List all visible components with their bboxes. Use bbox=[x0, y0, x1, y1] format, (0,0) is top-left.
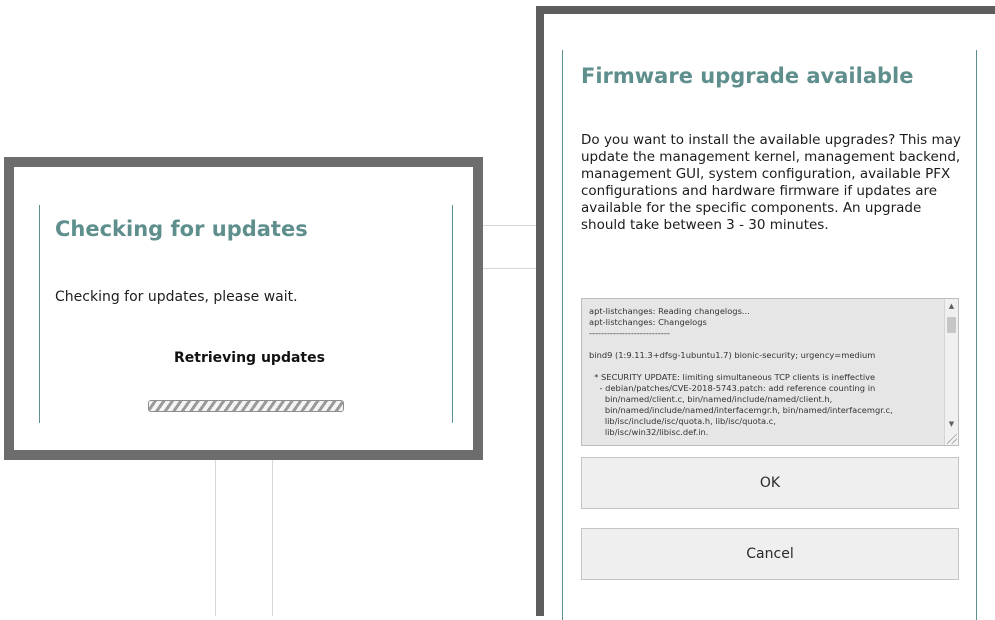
checking-updates-message: Checking for updates, please wait. bbox=[55, 289, 298, 305]
cancel-button[interactable]: Cancel bbox=[581, 528, 959, 580]
dialog-right-rule bbox=[976, 50, 977, 620]
changelog-textarea[interactable]: apt-listchanges: Reading changelogs... a… bbox=[581, 298, 959, 446]
checking-updates-dialog-panel: Checking for updates Checking for update… bbox=[14, 167, 473, 450]
background-divider bbox=[483, 268, 538, 269]
firmware-upgrade-title: Firmware upgrade available bbox=[581, 64, 914, 88]
scroll-down-arrow-icon[interactable]: ▼ bbox=[945, 417, 958, 431]
firmware-upgrade-dialog: Firmware upgrade available Do you want t… bbox=[536, 6, 995, 620]
changelog-scrollbar[interactable]: ▲ ▼ bbox=[944, 299, 958, 445]
update-progress-bar bbox=[148, 400, 344, 412]
firmware-upgrade-description: Do you want to install the available upg… bbox=[581, 132, 961, 233]
ok-button[interactable]: OK bbox=[581, 457, 959, 509]
scroll-thumb[interactable] bbox=[947, 317, 956, 333]
update-progress-fill bbox=[149, 401, 343, 411]
retrieving-status: Retrieving updates bbox=[174, 350, 325, 366]
scroll-up-arrow-icon[interactable]: ▲ bbox=[945, 299, 958, 313]
firmware-upgrade-dialog-panel: Firmware upgrade available Do you want t… bbox=[544, 14, 995, 620]
changelog-text: apt-listchanges: Reading changelogs... a… bbox=[589, 306, 893, 437]
dialog-left-rule bbox=[39, 205, 40, 423]
background-divider bbox=[483, 225, 538, 226]
dialog-right-rule bbox=[452, 205, 453, 423]
checking-updates-title: Checking for updates bbox=[55, 217, 308, 241]
dialog-left-rule bbox=[562, 50, 563, 620]
checking-updates-dialog: Checking for updates Checking for update… bbox=[4, 157, 483, 460]
resize-grip-icon[interactable] bbox=[947, 434, 957, 444]
